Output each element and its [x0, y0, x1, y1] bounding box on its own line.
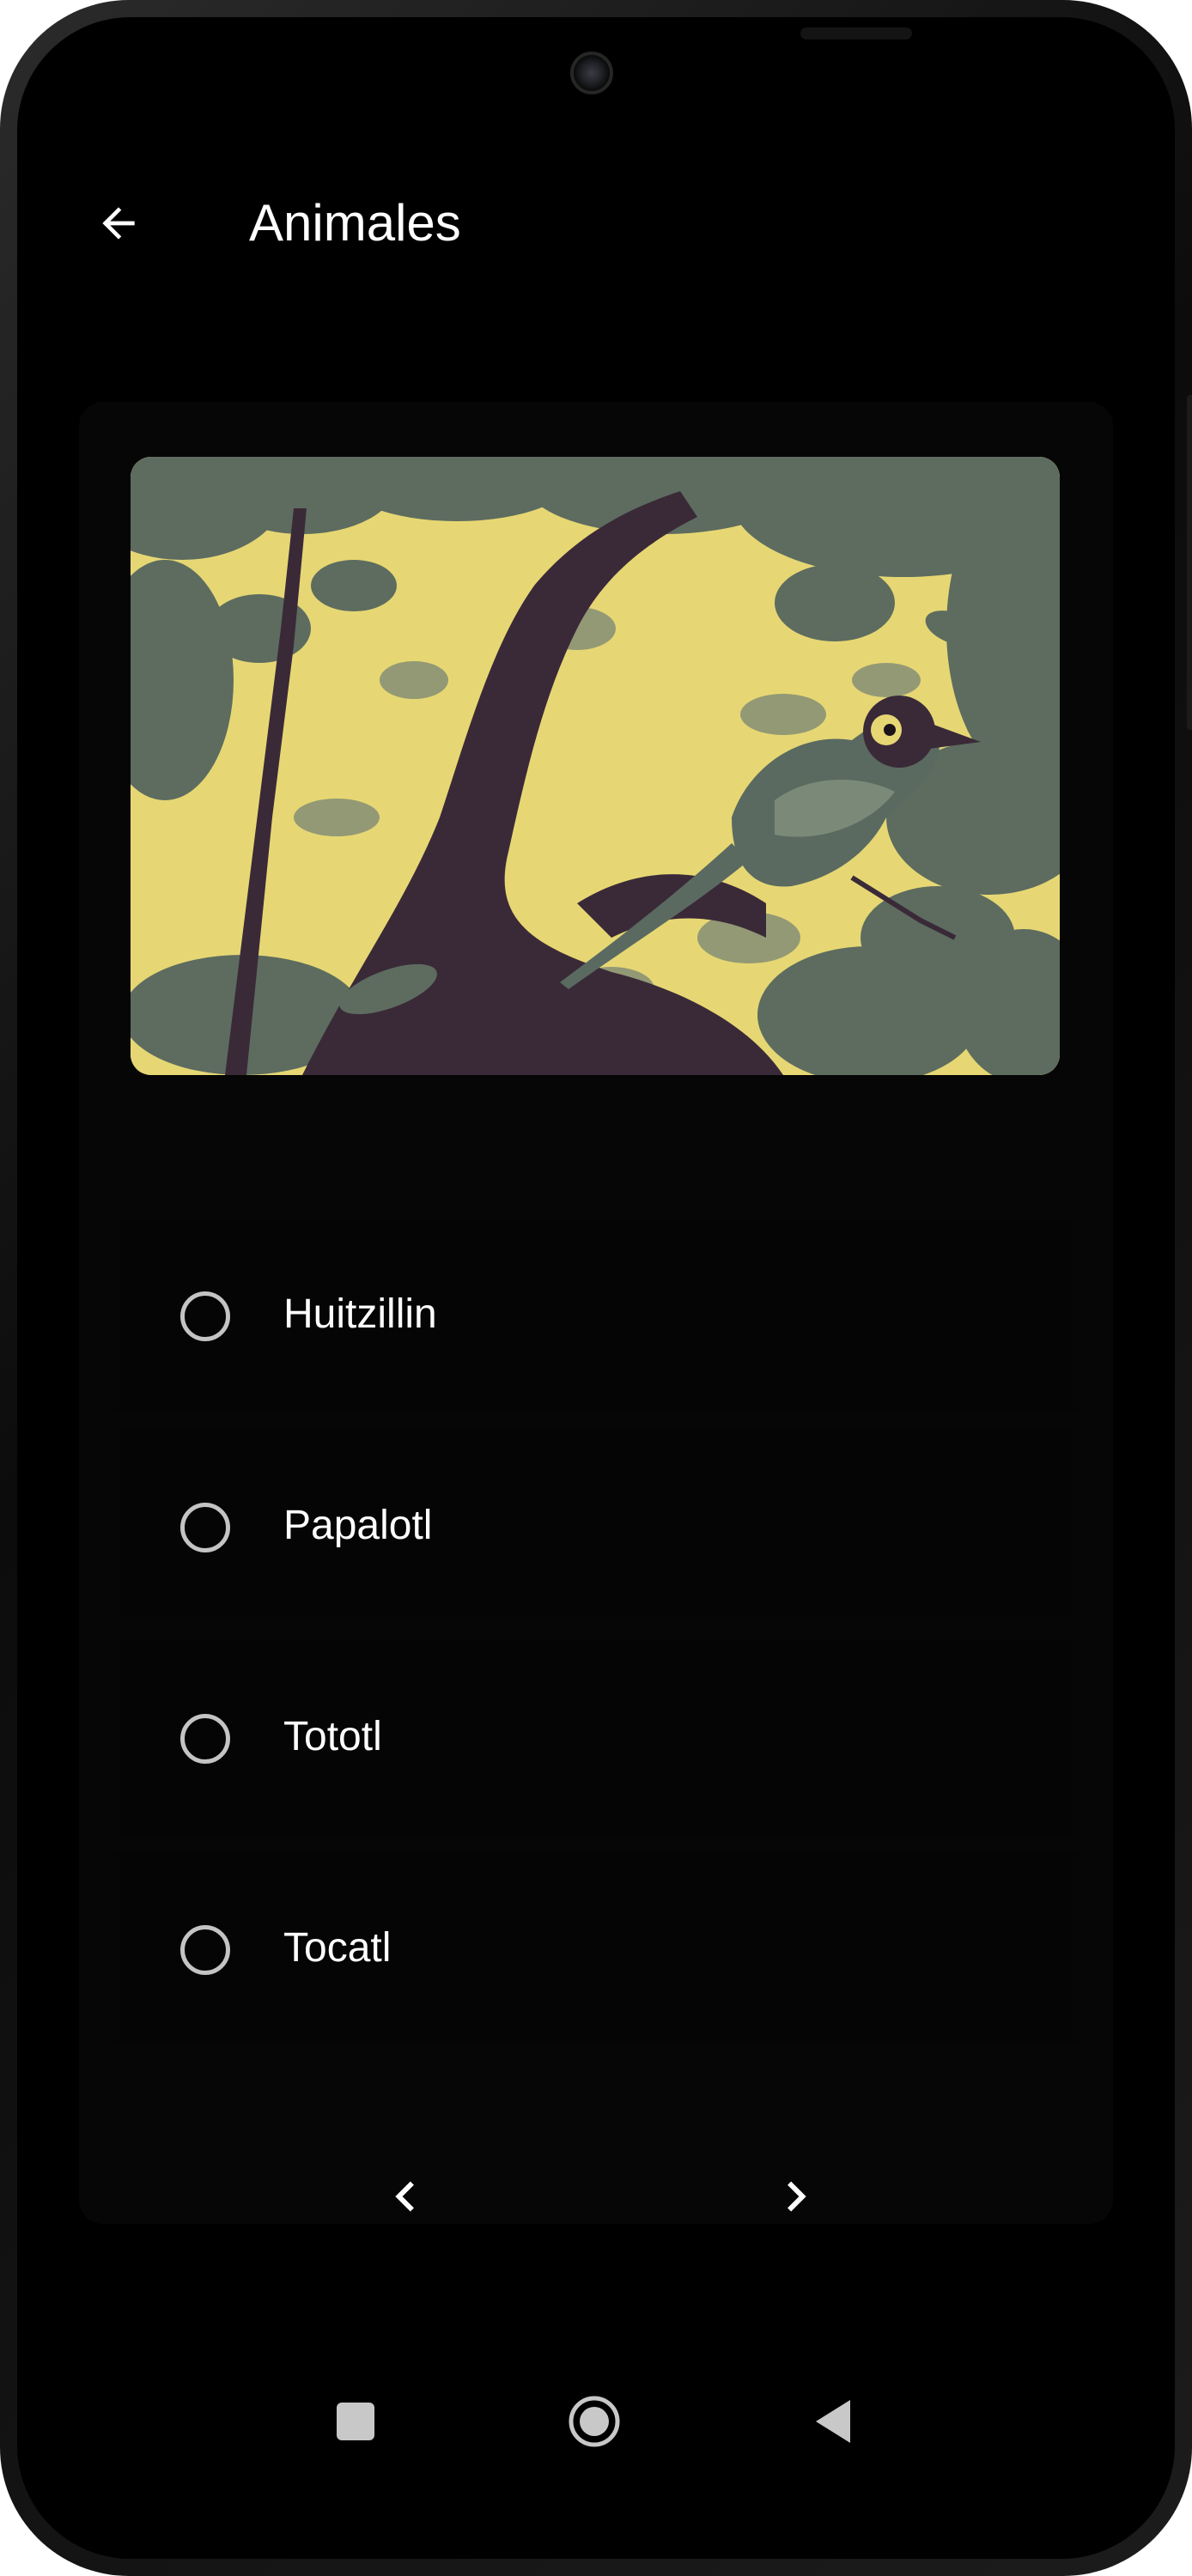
circle-home-icon	[569, 2396, 620, 2447]
back-button[interactable]	[84, 189, 153, 258]
previous-button[interactable]	[354, 2145, 457, 2248]
radio-button[interactable]	[180, 1925, 230, 1975]
question-card: Huitzillin Papalotl Tototl Tocatl	[79, 402, 1113, 2224]
option-label: Tocatl	[283, 1925, 392, 1971]
radio-button[interactable]	[180, 1503, 230, 1552]
option-huitzillin[interactable]: Huitzillin	[113, 1218, 1079, 1412]
front-camera	[570, 52, 613, 94]
option-tocatl[interactable]: Tocatl	[113, 1851, 1079, 2045]
option-label: Tototl	[283, 1714, 382, 1759]
triangle-back-icon	[816, 2400, 850, 2443]
system-back-button[interactable]	[790, 2379, 876, 2464]
chevron-right-icon	[788, 2181, 806, 2212]
side-button	[1187, 395, 1192, 730]
arrow-back-icon	[102, 207, 135, 240]
square-recents-icon	[337, 2403, 374, 2440]
option-papalotl[interactable]: Papalotl	[113, 1429, 1079, 1623]
home-button[interactable]	[551, 2379, 637, 2464]
recents-button[interactable]	[313, 2379, 398, 2464]
bird-illustration	[131, 457, 1060, 1075]
page-title: Animales	[249, 194, 461, 252]
pager-controls	[79, 2145, 1113, 2248]
system-navigation-bar	[17, 2361, 1175, 2482]
radio-button[interactable]	[180, 1291, 230, 1341]
option-label: Huitzillin	[283, 1291, 437, 1337]
speaker-grille	[800, 27, 912, 39]
screen: Animales Huitzillin Papalotl Tototl Toca…	[17, 17, 1175, 2559]
answer-options: Huitzillin Papalotl Tototl Tocatl	[113, 1218, 1079, 2063]
next-button[interactable]	[745, 2145, 848, 2248]
animal-illustration	[131, 457, 1060, 1075]
option-tototl[interactable]: Tototl	[113, 1640, 1079, 1834]
phone-frame: Animales Huitzillin Papalotl Tototl Toca…	[0, 0, 1192, 2576]
option-label: Papalotl	[283, 1503, 433, 1548]
radio-button[interactable]	[180, 1714, 230, 1764]
chevron-left-icon	[395, 2181, 414, 2212]
top-app-bar: Animales	[17, 155, 1175, 292]
